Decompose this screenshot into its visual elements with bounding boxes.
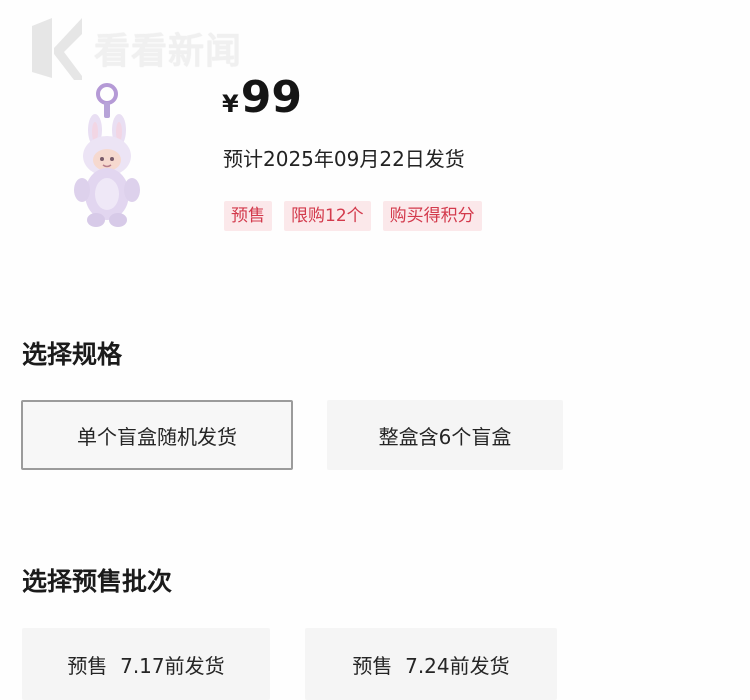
spec-option-whole-box[interactable]: 整盒含6个盲盒 bbox=[327, 400, 563, 470]
batch-option-label: 预售 7.24前发货 bbox=[352, 653, 510, 678]
spec-option-label: 单个盲盒随机发货 bbox=[77, 424, 237, 449]
tag-presale: 预售 bbox=[224, 201, 272, 232]
k-logo-icon bbox=[32, 18, 82, 80]
product-selection-page: 看看新闻 ¥ 99 预计2025年09月22日发货 预售 限购12个 购买得积分… bbox=[0, 0, 750, 700]
tag-list: 预售 限购12个 购买得积分 bbox=[224, 201, 482, 232]
tag-earn-points: 购买得积分 bbox=[382, 201, 482, 232]
spec-option-single[interactable]: 单个盲盒随机发货 bbox=[21, 400, 293, 470]
batch-option-724[interactable]: 预售 7.24前发货 bbox=[305, 628, 557, 700]
spec-option-label: 整盒含6个盲盒 bbox=[378, 424, 512, 449]
price-currency: ¥ bbox=[222, 90, 239, 118]
price: ¥ 99 bbox=[222, 76, 302, 120]
batch-section-title: 选择预售批次 bbox=[22, 567, 173, 596]
watermark-text: 看看新闻 bbox=[94, 31, 243, 72]
watermark: 看看新闻 bbox=[30, 14, 242, 82]
spec-section-title: 选择规格 bbox=[22, 340, 123, 369]
batch-option-717[interactable]: 预售 7.17前发货 bbox=[22, 628, 270, 700]
tag-purchase-limit: 限购12个 bbox=[284, 201, 371, 232]
ship-estimate: 预计2025年09月22日发货 bbox=[223, 147, 465, 171]
price-value: 99 bbox=[240, 72, 302, 123]
labubu-keychain-icon bbox=[74, 83, 140, 227]
batch-option-label: 预售 7.17前发货 bbox=[67, 653, 225, 678]
